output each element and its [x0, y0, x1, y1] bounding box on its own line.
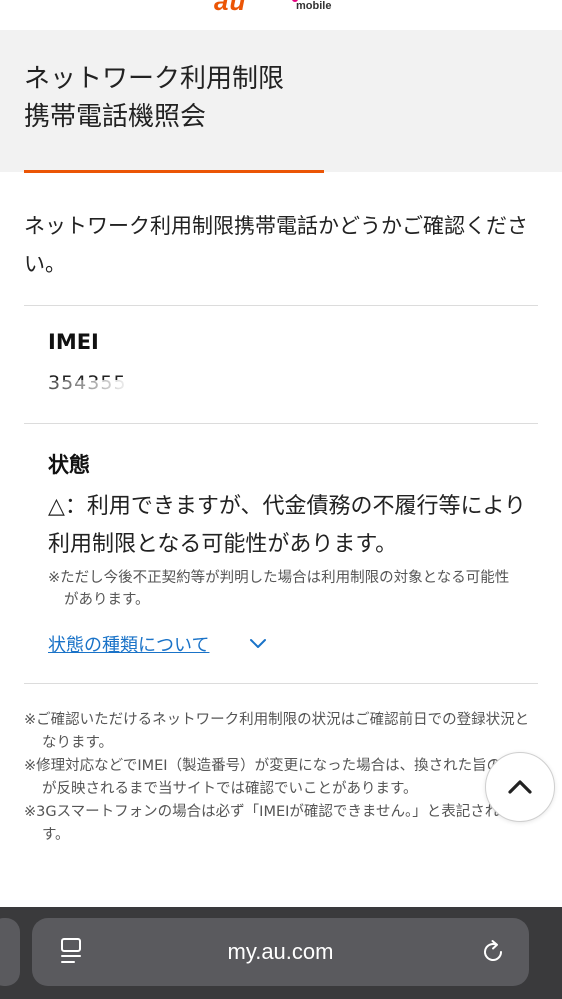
page-title: ネットワーク利用制限 携帯電話機照会	[24, 60, 284, 136]
status-text: △：利用できますが、代金債務の不履行等により利用制限となる可能性があります。	[48, 494, 527, 557]
note-item: ※ご確認いただけるネットワーク利用制限の状況はご確認前日での登録状況となります。	[24, 712, 530, 751]
status-note: ※ただし今後不正契約等が判明した場合は利用制限の対象となる可能性があります。	[48, 570, 510, 608]
url-text: my.au.com	[227, 939, 334, 964]
au-logo[interactable]: au	[214, 0, 246, 17]
imei-redaction	[50, 380, 300, 394]
logo-sub: mobile	[296, 0, 332, 12]
status-types-link[interactable]: 状態の種類について	[48, 631, 209, 657]
scroll-top-button[interactable]	[485, 752, 555, 822]
divider	[24, 305, 538, 306]
previous-tab[interactable]	[0, 918, 20, 986]
note-item: ※3Gスマートフォンの場合は必ず「IMEIが確認できません。」と表記されます。	[24, 804, 514, 843]
divider	[24, 683, 538, 684]
intro-text: ネットワーク利用制限携帯電話かどうかご確認ください。	[24, 214, 528, 276]
title-underline	[24, 170, 324, 173]
chevron-down-icon[interactable]	[248, 635, 268, 651]
notes: ※ご確認いただけるネットワーク利用制限の状況はご確認前日での登録状況となります。…	[24, 709, 536, 847]
top-bar: au mobile	[0, 0, 562, 30]
reload-icon[interactable]	[480, 938, 508, 966]
divider	[24, 423, 538, 424]
chevron-up-icon	[508, 780, 532, 794]
imei-label: IMEI	[48, 330, 99, 354]
page-title-line2: 携帯電話機照会	[24, 102, 207, 132]
address-bar[interactable]: my.au.com	[32, 918, 529, 986]
page-title-line1: ネットワーク利用制限	[24, 64, 285, 94]
note-item: ※修理対応などでIMEI（製造番号）が変更になった場合は、換された旨の情報が反映…	[24, 758, 531, 797]
status-label: 状態	[48, 453, 90, 477]
